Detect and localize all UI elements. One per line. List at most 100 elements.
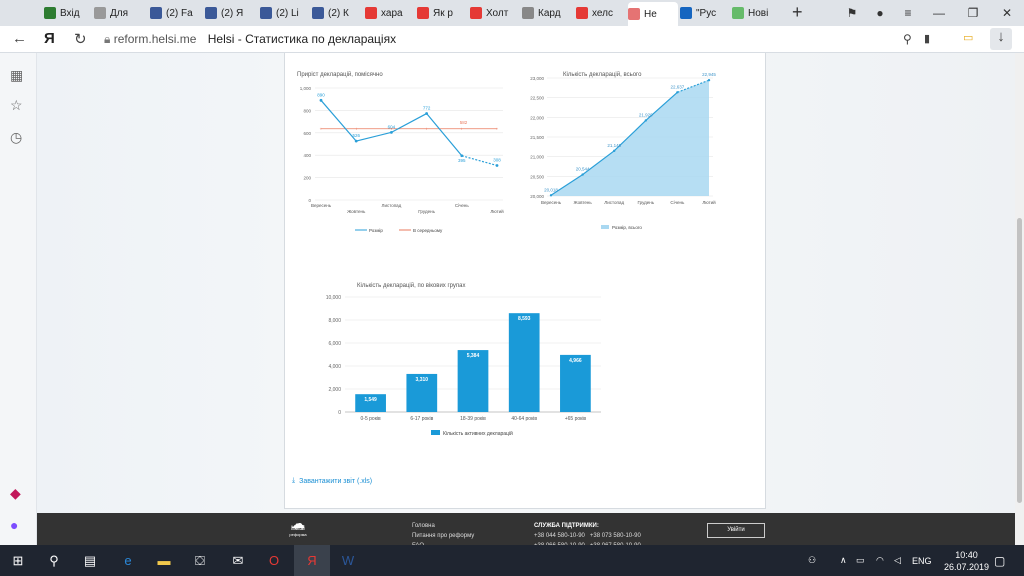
y-tick-label: 20,500 — [530, 174, 544, 179]
legend-label: Розмір, всього — [612, 225, 642, 230]
tab-label: Вхід — [60, 7, 80, 19]
clock[interactable]: 10:40 26.07.2019 — [944, 549, 989, 573]
tab-label: (2) Li — [276, 7, 299, 19]
opera-icon[interactable]: O — [256, 545, 292, 576]
data-label: 890 — [317, 92, 325, 97]
browser-tab[interactable]: хара — [365, 3, 413, 23]
maximize-button[interactable]: ❐ — [956, 0, 990, 26]
helsi-icon — [628, 8, 640, 20]
windows-start-icon[interactable]: ⊞ — [0, 545, 36, 576]
volume-icon[interactable]: ◁ — [894, 545, 901, 576]
scrollbar[interactable] — [1015, 53, 1024, 545]
battery-icon[interactable]: ▭ — [963, 31, 973, 44]
grid-icon[interactable]: ▦ — [10, 67, 23, 84]
tab-label: хара — [381, 7, 403, 19]
phone-1[interactable]: +38 044 580-10-90 — [534, 533, 585, 539]
browser-tab[interactable]: Холт — [470, 3, 518, 23]
data-point — [707, 78, 711, 82]
language-indicator[interactable]: ENG — [912, 545, 932, 576]
data-label: 22,637 — [671, 84, 685, 89]
bar-label: 3,310 — [416, 377, 429, 383]
collections-icon[interactable]: ⚑ — [838, 0, 866, 26]
wifi-icon[interactable]: ◠ — [876, 545, 884, 576]
browser-tab[interactable]: Вхід — [44, 3, 92, 23]
profile-icon[interactable]: ● — [866, 0, 894, 26]
tab-strip: Вхід Для (2) Fa (2) Я (2) Li (2) К хара Як р Хол… — [0, 0, 1024, 26]
word-icon[interactable]: W — [330, 545, 366, 576]
y-tick-label: 600 — [303, 131, 311, 136]
age-bar-chart: Кількість декларацій, по вікових групах 0… — [326, 282, 601, 437]
edge-icon[interactable]: e — [110, 545, 146, 576]
store-icon[interactable]: ⛋ — [182, 545, 218, 576]
y-tick-label: 10,000 — [326, 295, 342, 301]
browser-tab[interactable]: Нові — [732, 3, 780, 23]
mail-icon — [44, 7, 56, 19]
alice-voice-icon[interactable]: ● — [10, 517, 18, 533]
footer-link-home[interactable]: Головна — [412, 521, 474, 531]
download-label: Завантажити звіт (.xls) — [299, 477, 373, 485]
search-icon[interactable]: ⚲ — [903, 32, 912, 46]
browser-tab[interactable]: Не — [628, 2, 678, 26]
notifications-icon[interactable]: ▢ — [994, 545, 1005, 576]
phone-2[interactable]: +38 073 580-10-90 — [590, 533, 641, 539]
browser-tab[interactable]: (2) К — [312, 3, 360, 23]
reload-icon[interactable]: ↻ — [74, 30, 87, 48]
browser-tab[interactable]: хелс — [576, 3, 624, 23]
browser-tab[interactable]: Для — [94, 3, 142, 23]
data-point — [644, 119, 647, 122]
url-field[interactable]: 🔒︎ reform.helsi.me Helsi - Статистика по… — [104, 32, 396, 47]
browser-tab[interactable]: (2) Я — [205, 3, 253, 23]
minimize-button[interactable]: — — [922, 0, 956, 26]
download-report-link[interactable]: ⤓ Завантажити звіт (.xls) — [292, 477, 372, 485]
y-tick-label: 2,000 — [328, 387, 341, 393]
close-window-button[interactable]: ✕ — [990, 0, 1024, 26]
growth-line-chart: Приріст декларацій, помісячно02004006008… — [297, 71, 504, 233]
browser-tab[interactable]: Кард — [522, 3, 570, 23]
helsi-logo[interactable]: ☁ helsi реформа — [283, 516, 313, 542]
y-tick-label: 22,500 — [530, 96, 544, 101]
x-tick-label: Січень — [455, 203, 470, 208]
heart-icon — [417, 7, 429, 19]
facebook-icon — [260, 7, 272, 19]
new-tab-button[interactable]: + — [792, 2, 803, 23]
clock-time: 10:40 — [955, 550, 978, 560]
alice-icon[interactable]: ◆ — [10, 485, 21, 502]
data-point — [676, 91, 679, 94]
menu-icon[interactable]: ≡ — [894, 0, 922, 26]
facebook-icon — [312, 7, 324, 19]
browser-tab[interactable]: Як р — [417, 3, 465, 23]
chart-title: Приріст декларацій, помісячно — [297, 71, 383, 78]
back-icon[interactable]: ← — [12, 30, 27, 47]
history-icon[interactable]: ◷ — [10, 129, 22, 146]
browser-tab[interactable]: (2) Li — [260, 3, 308, 23]
bar-label: 8,593 — [518, 316, 531, 322]
x-tick-label: Грудень — [637, 200, 654, 205]
browser-tab[interactable]: "Рус — [680, 3, 728, 23]
x-tick-label: Жовтень — [573, 200, 592, 205]
y-tick-label: 20,000 — [530, 194, 544, 199]
people-icon[interactable]: ⚇ — [808, 545, 816, 576]
y-tick-label: 21,000 — [530, 155, 544, 160]
scrollbar-thumb[interactable] — [1017, 218, 1022, 503]
mail-icon[interactable]: ✉ — [220, 545, 256, 576]
bookmark-icon[interactable]: ▮ — [924, 32, 930, 45]
yandex-browser-icon[interactable]: Я — [294, 545, 330, 576]
data-point — [425, 112, 428, 115]
footer-link-reform[interactable]: Питання про реформу — [412, 531, 474, 541]
x-tick-label: 6-17 років — [410, 416, 433, 422]
y-tick-label: 8,000 — [328, 318, 341, 324]
tray-overflow-icon[interactable]: ∧ — [840, 545, 847, 576]
x-tick-label: 18-39 років — [460, 416, 486, 422]
y-tick-label: 1,000 — [300, 86, 312, 91]
task-view-icon[interactable]: ▤ — [72, 545, 108, 576]
network-icon[interactable]: ▭ — [856, 545, 865, 576]
browser-tab[interactable]: (2) Fa — [150, 3, 198, 23]
support-title: СЛУЖБА ПІДТРИМКИ: — [534, 523, 599, 529]
star-icon[interactable]: ☆ — [10, 97, 23, 114]
yandex-logo[interactable]: Я — [44, 30, 55, 47]
legend-label: Розмір — [369, 228, 383, 233]
login-button[interactable]: Увійти — [707, 523, 765, 538]
search-icon[interactable]: ⚲ — [36, 545, 72, 576]
download-icon[interactable]: ↓ — [990, 28, 1012, 50]
file-explorer-icon[interactable]: ▬ — [146, 545, 182, 576]
